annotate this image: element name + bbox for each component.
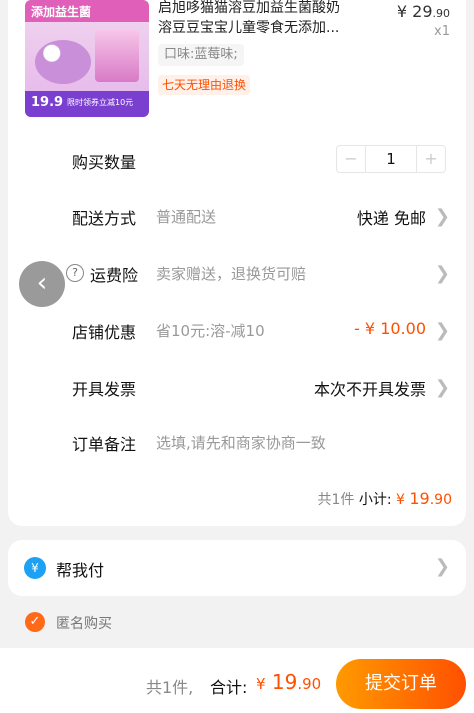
order-card: 添加益生菌 19.9 限时领券立减10元 启旭哆猫猫溶豆加益生菌酸奶 溶豆豆宝宝… <box>8 0 466 526</box>
pay-icon: ¥ <box>24 557 46 579</box>
bottom-bar: 共1件, 合计: ¥ 19.90 提交订单 <box>0 648 474 713</box>
product-quantity: x1 <box>434 24 450 39</box>
discount-row[interactable]: 店铺优惠 省10元:溶-减10 - ¥ 10.00 ❯ <box>8 314 466 344</box>
pay-for-me-row[interactable]: ¥ 帮我付 ❯ <box>8 540 466 596</box>
submit-order-button[interactable]: 提交订单 <box>336 659 466 709</box>
quantity-stepper[interactable]: − 1 + <box>336 145 446 173</box>
image-pricebar: 19.9 限时领券立减10元 <box>25 91 149 117</box>
invoice-row[interactable]: 开具发票 本次不开具发票 ❯ <box>8 371 466 401</box>
image-banner: 添加益生菌 <box>25 0 149 22</box>
subtotal-count: 共1件 <box>317 492 355 508</box>
delivery-label: 配送方式 <box>72 209 137 228</box>
discount-label: 店铺优惠 <box>72 323 137 342</box>
price-dec: .90 <box>432 7 451 20</box>
check-icon[interactable]: ✓ <box>25 612 45 632</box>
image-bowl <box>35 40 91 84</box>
image-box <box>95 30 139 82</box>
chevron-right-icon: ❯ <box>434 377 450 398</box>
insurance-value: 卖家赠送，退换货可赔 <box>156 265 307 283</box>
quantity-value[interactable]: 1 <box>366 146 416 172</box>
price-int: 29 <box>412 2 433 21</box>
subtotal-int: 19 <box>409 489 430 508</box>
total-label: 合计: <box>210 678 248 697</box>
pay-for-me-label: 帮我付 <box>56 561 105 580</box>
back-icon[interactable]: ‹ <box>19 261 65 307</box>
product-sku: 口味:蓝莓味; <box>158 44 244 66</box>
help-icon[interactable]: ? <box>66 264 84 282</box>
product-title-line1: 启旭哆猫猫溶豆加益生菌酸奶 <box>158 0 340 16</box>
return-policy-tag: 七天无理由退换 <box>158 75 251 95</box>
subtotal-label: 小计: <box>358 492 392 508</box>
delivery-fee: 快递 免邮 <box>356 209 426 228</box>
product-title-line2: 溶豆豆宝宝儿童零食无添加... <box>158 20 340 36</box>
total-price: ¥ 19.90 <box>256 670 321 694</box>
image-price: 19.9 <box>31 95 64 110</box>
product-title[interactable]: 启旭哆猫猫溶豆加益生菌酸奶 溶豆豆宝宝儿童零食无添加... <box>158 0 384 38</box>
invoice-label: 开具发票 <box>72 380 137 399</box>
total-count: 共1件, <box>146 678 194 697</box>
image-promo: 限时领券立减10元 <box>67 98 134 107</box>
product-image[interactable]: 添加益生菌 19.9 限时领券立减10元 <box>25 0 149 117</box>
delivery-row[interactable]: 配送方式 普通配送 快递 免邮 ❯ <box>8 200 466 230</box>
chevron-right-icon: ❯ <box>434 206 450 227</box>
delivery-value: 普通配送 <box>156 208 217 226</box>
subtotal: 共1件 小计: ¥ 19.90 <box>317 489 452 509</box>
chevron-right-icon: ❯ <box>434 263 450 284</box>
total-int: 19 <box>271 670 298 694</box>
note-row: 订单备注 选填,请先和商家协商一致 <box>8 426 466 456</box>
anonymous-label[interactable]: 匿名购买 <box>56 613 112 633</box>
chevron-right-icon: ❯ <box>434 320 450 341</box>
total-currency: ¥ <box>256 675 266 693</box>
subtotal-currency: ¥ <box>396 492 405 508</box>
discount-value: 省10元:溶-减10 <box>156 322 265 340</box>
subtotal-dec: .90 <box>429 492 452 508</box>
chevron-right-icon: ❯ <box>434 556 450 577</box>
product-price: ¥ 29.90 <box>397 2 450 21</box>
quantity-label: 购买数量 <box>72 153 137 172</box>
insurance-label: 运费险 <box>90 266 139 285</box>
note-input[interactable]: 选填,请先和商家协商一致 <box>156 432 326 453</box>
invoice-value: 本次不开具发票 <box>313 380 426 399</box>
total-dec: .90 <box>297 675 322 693</box>
discount-amount: - ¥ 10.00 <box>354 319 426 338</box>
minus-button[interactable]: − <box>337 146 366 172</box>
image-banner-text: 添加益生菌 <box>31 5 92 19</box>
note-label: 订单备注 <box>72 435 137 454</box>
plus-button[interactable]: + <box>416 146 445 172</box>
price-currency: ¥ <box>396 2 408 21</box>
